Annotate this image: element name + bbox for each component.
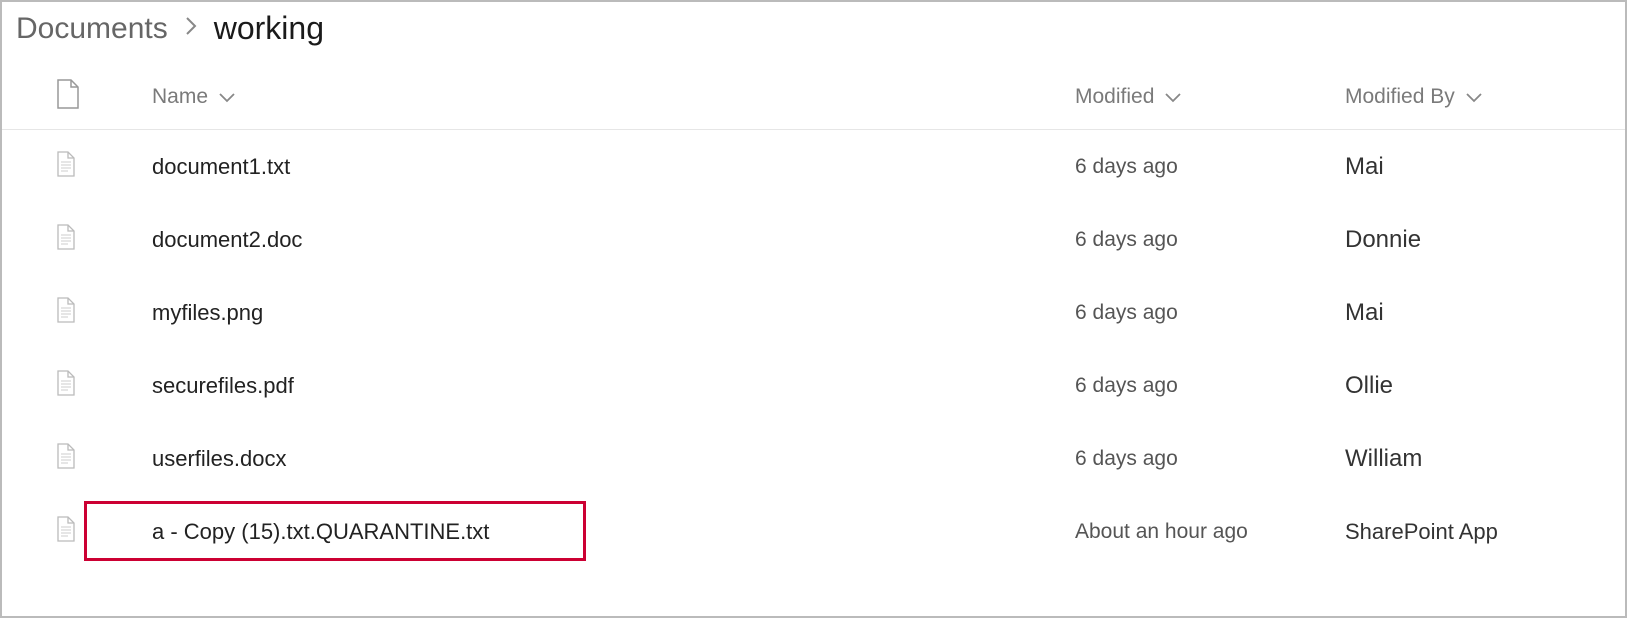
file-modified-by[interactable]: William	[1345, 445, 1625, 473]
file-name[interactable]: securefiles.pdf	[92, 373, 1075, 399]
file-modified: 6 days ago	[1075, 301, 1345, 325]
file-modified-by[interactable]: Donnie	[1345, 226, 1625, 254]
column-header-modified-by-label: Modified By	[1345, 85, 1455, 109]
file-modified-by[interactable]: Ollie	[1345, 372, 1625, 400]
file-icon	[56, 79, 80, 115]
table-header: Name Modified Modified By	[2, 65, 1625, 130]
file-table: Name Modified Modified By document1.txt6…	[2, 65, 1625, 568]
breadcrumb-root[interactable]: Documents	[16, 12, 168, 46]
file-icon	[2, 297, 92, 329]
table-row[interactable]: securefiles.pdf6 days agoOllie	[2, 349, 1625, 422]
table-row[interactable]: myfiles.png6 days agoMai	[2, 276, 1625, 349]
table-row[interactable]: document1.txt6 days agoMai	[2, 130, 1625, 203]
file-modified: About an hour ago	[1075, 520, 1345, 544]
file-icon	[2, 224, 92, 256]
column-header-modified-label: Modified	[1075, 85, 1154, 109]
file-modified-by[interactable]: Mai	[1345, 299, 1625, 327]
file-modified-by[interactable]: SharePoint App	[1345, 519, 1625, 545]
breadcrumb-current: working	[214, 10, 324, 47]
file-modified: 6 days ago	[1075, 155, 1345, 179]
file-icon	[2, 443, 92, 475]
table-body: document1.txt6 days agoMai document2.doc…	[2, 130, 1625, 568]
file-modified-by[interactable]: Mai	[1345, 153, 1625, 181]
column-header-name[interactable]: Name	[92, 85, 1075, 109]
file-modified: 6 days ago	[1075, 228, 1345, 252]
file-name[interactable]: a - Copy (15).txt.QUARANTINE.txt	[92, 519, 1075, 545]
file-icon	[2, 516, 92, 548]
column-header-modified[interactable]: Modified	[1075, 85, 1345, 109]
file-icon	[2, 370, 92, 402]
column-header-name-label: Name	[152, 85, 208, 109]
file-name[interactable]: document1.txt	[92, 154, 1075, 180]
chevron-down-icon	[1465, 91, 1483, 103]
file-modified: 6 days ago	[1075, 447, 1345, 471]
breadcrumb: Documents working	[2, 2, 1625, 65]
table-row[interactable]: document2.doc6 days agoDonnie	[2, 203, 1625, 276]
file-modified: 6 days ago	[1075, 374, 1345, 398]
column-header-icon	[2, 79, 92, 115]
file-name[interactable]: document2.doc	[92, 227, 1075, 253]
table-row[interactable]: a - Copy (15).txt.QUARANTINE.txtAbout an…	[2, 495, 1625, 568]
chevron-right-icon	[184, 16, 198, 42]
column-header-modified-by[interactable]: Modified By	[1345, 85, 1625, 109]
file-name[interactable]: myfiles.png	[92, 300, 1075, 326]
file-icon	[2, 151, 92, 183]
chevron-down-icon	[1164, 91, 1182, 103]
chevron-down-icon	[218, 91, 236, 103]
table-row[interactable]: userfiles.docx6 days agoWilliam	[2, 422, 1625, 495]
file-name[interactable]: userfiles.docx	[92, 446, 1075, 472]
